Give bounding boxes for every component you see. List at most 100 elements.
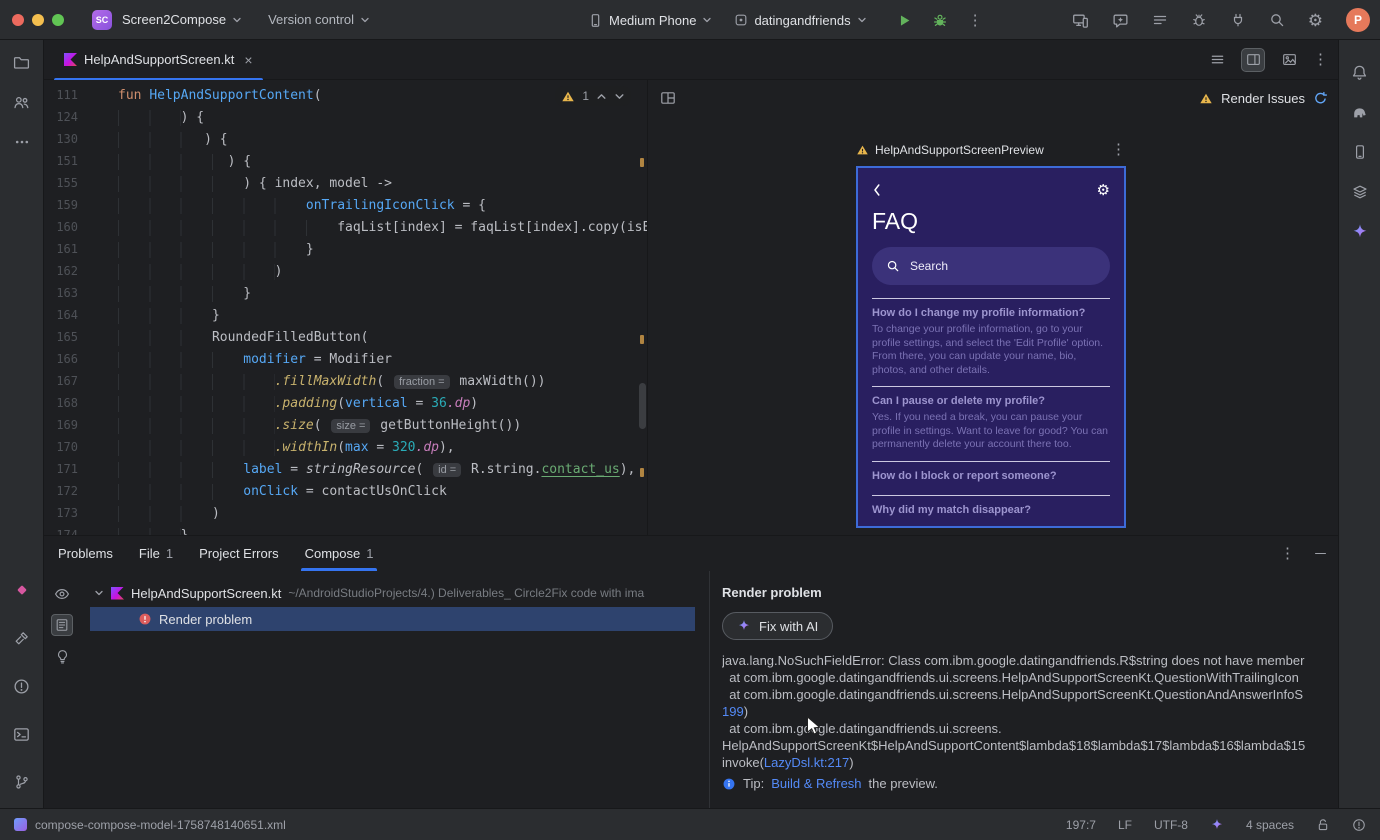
panel-tab-problems[interactable]: Problems	[58, 536, 113, 571]
window-close-button[interactable]	[12, 13, 24, 26]
code-line[interactable]: 165 RoundedFilledButton(	[44, 326, 647, 348]
indent-setting[interactable]: 4 spaces	[1246, 818, 1294, 832]
fix-with-ai-button[interactable]: Fix with AI	[722, 612, 834, 640]
caret-position[interactable]: 197:7	[1066, 818, 1096, 832]
code-line[interactable]: 163}	[44, 282, 647, 304]
notifications-bell-icon[interactable]	[1346, 58, 1374, 86]
problems-icon[interactable]	[8, 672, 36, 700]
settings-gear-icon[interactable]: ⚙	[1097, 183, 1110, 198]
logcat-icon[interactable]	[8, 576, 36, 604]
code-line[interactable]: 162)	[44, 260, 647, 282]
more-actions-button[interactable]: ⋮	[968, 13, 983, 28]
profiler-icon[interactable]	[1191, 12, 1207, 28]
faq-question[interactable]: Can I pause or delete my profile?	[872, 395, 1110, 407]
code-line[interactable]: 168 .padding(vertical = 36.dp)	[44, 392, 647, 414]
user-avatar[interactable]: P	[1346, 8, 1370, 32]
project-selector[interactable]: Screen2Compose	[122, 12, 242, 27]
code-line[interactable]: 124) {	[44, 106, 647, 128]
prev-issue-chevron-up-icon[interactable]	[596, 91, 607, 102]
project-folder-icon[interactable]	[8, 48, 36, 76]
faq-search-bar[interactable]: Search	[872, 247, 1110, 285]
code-line[interactable]: 159 onTrailingIconClick = {	[44, 194, 647, 216]
error-stripe-mark[interactable]	[640, 335, 644, 344]
code-editor[interactable]: 111 fun HelpAndSupportContent(124) {130) …	[44, 80, 648, 535]
stack-link[interactable]: 199	[722, 704, 744, 719]
stack-link[interactable]: LazyDsl.kt:217	[764, 755, 849, 770]
build-icon[interactable]	[8, 624, 36, 652]
panel-tab-project-errors[interactable]: Project Errors	[199, 536, 278, 571]
split-view-button[interactable]	[1241, 47, 1265, 72]
file-encoding[interactable]: UTF-8	[1154, 818, 1188, 832]
faq-question[interactable]: How do I change my profile information?	[872, 307, 1110, 319]
line-separator[interactable]: LF	[1118, 818, 1132, 832]
preview-toggle-icon[interactable]	[51, 614, 73, 636]
error-stripe-mark[interactable]	[640, 158, 644, 167]
design-view-button[interactable]	[1277, 48, 1301, 72]
code-line[interactable]: 151) {	[44, 150, 647, 172]
code-line[interactable]: 171 label = stringResource( id = R.string…	[44, 458, 647, 480]
notifications-indicator-icon[interactable]	[1352, 818, 1366, 832]
back-chevron-icon[interactable]	[872, 182, 882, 198]
panel-minimize-icon[interactable]	[1315, 552, 1326, 555]
code-line[interactable]: 160 faqList[index] = faqList[index].copy(…	[44, 216, 647, 238]
device-selector[interactable]: Medium Phone	[588, 13, 712, 28]
window-minimize-button[interactable]	[32, 13, 44, 26]
next-issue-chevron-down-icon[interactable]	[614, 91, 625, 102]
editor-tab[interactable]: HelpAndSupportScreen.kt ×	[54, 40, 263, 81]
code-line[interactable]: 170 .widthIn(max = 320.dp),	[44, 436, 647, 458]
code-line[interactable]: 166 modifier = Modifier	[44, 348, 647, 370]
code-line[interactable]: 169 .size( size = getButtonHeight())	[44, 414, 647, 436]
ai-chat-icon[interactable]	[1112, 12, 1129, 29]
build-refresh-link[interactable]: Build & Refresh	[771, 776, 861, 791]
resource-manager-icon[interactable]	[1346, 178, 1374, 206]
preview-layout-icon[interactable]	[660, 90, 676, 106]
gemini-sparkle-icon[interactable]	[1346, 218, 1374, 246]
tab-close-icon[interactable]: ×	[244, 52, 252, 68]
code-view-button[interactable]	[1205, 48, 1229, 72]
todo-list-icon[interactable]	[1152, 12, 1168, 28]
lock-open-icon[interactable]	[1316, 818, 1330, 832]
run-configuration-selector[interactable]: datingandfriends	[734, 13, 866, 28]
running-devices-icon[interactable]	[1072, 12, 1089, 29]
tree-file-row[interactable]: HelpAndSupportScreen.kt ~/AndroidStudioP…	[80, 581, 709, 605]
search-icon[interactable]	[1269, 12, 1285, 28]
code-line[interactable]: 155) { index, model ->	[44, 172, 647, 194]
debug-button[interactable]	[932, 12, 948, 28]
panel-options-kebab[interactable]: ⋮	[1280, 546, 1295, 561]
faq-question[interactable]: How do I block or report someone?	[872, 470, 1110, 482]
code-line[interactable]: 172 onClick = contactUsOnClick	[44, 480, 647, 502]
tree-error-row[interactable]: Render problem	[90, 607, 695, 631]
editor-scrollbar[interactable]	[639, 383, 646, 429]
people-icon[interactable]	[8, 88, 36, 116]
code-line[interactable]: 130) {	[44, 128, 647, 150]
device-connection-icon[interactable]	[1230, 12, 1246, 28]
editor-options-kebab[interactable]: ⋮	[1313, 52, 1328, 67]
panel-tab-compose[interactable]: Compose 1	[300, 536, 378, 571]
phone-preview[interactable]: ⚙ FAQ Search How do I change my profile …	[856, 166, 1126, 528]
refresh-icon[interactable]	[1313, 91, 1328, 106]
version-control-menu[interactable]: Version control	[268, 12, 370, 27]
statusbar-file[interactable]: compose-compose-model-1758748140651.xml	[35, 818, 286, 832]
preview-name[interactable]: HelpAndSupportScreenPreview	[875, 143, 1044, 157]
eye-icon[interactable]	[51, 583, 73, 605]
window-zoom-button[interactable]	[52, 13, 64, 26]
run-button[interactable]	[897, 13, 912, 28]
code-line[interactable]: 164}	[44, 304, 647, 326]
preview-options-kebab[interactable]: ⋮	[1111, 142, 1126, 157]
code-line[interactable]: 161}	[44, 238, 647, 260]
code-line[interactable]: 167 .fillMaxWidth( fraction = maxWidth())	[44, 370, 647, 392]
code-line[interactable]: 173)	[44, 502, 647, 524]
more-tool-windows-icon[interactable]	[8, 128, 36, 156]
gradle-icon[interactable]	[1346, 98, 1374, 126]
lightbulb-icon[interactable]	[51, 645, 73, 667]
panel-tab-file[interactable]: File 1	[139, 536, 173, 571]
git-branch-icon[interactable]	[8, 768, 36, 796]
ai-sparkle-icon[interactable]	[1210, 818, 1224, 832]
settings-gear-icon[interactable]: ⚙	[1308, 12, 1323, 29]
faq-question[interactable]: Why did my match disappear?	[872, 504, 1110, 516]
error-stripe-mark[interactable]	[640, 468, 644, 477]
code-line[interactable]: 174}	[44, 524, 647, 535]
render-issues-label[interactable]: Render Issues	[1221, 91, 1305, 106]
device-manager-icon[interactable]	[1346, 138, 1374, 166]
inspection-widget[interactable]: 1	[555, 86, 631, 106]
